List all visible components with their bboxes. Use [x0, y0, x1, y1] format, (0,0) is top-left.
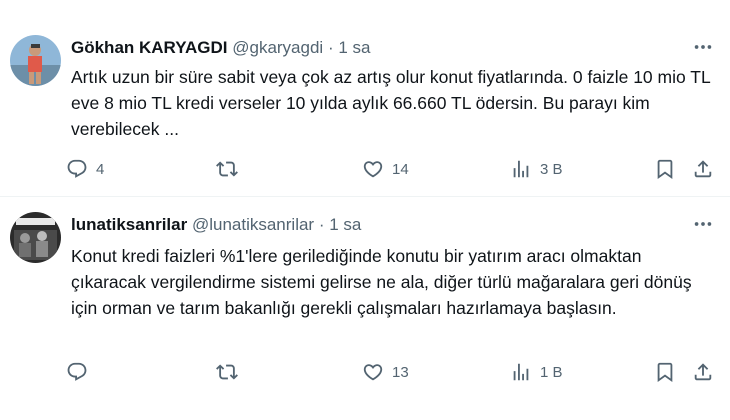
tweet-actions: 4 14 3 B — [66, 157, 726, 181]
more-icon[interactable] — [692, 36, 714, 58]
bookmark-icon — [657, 159, 673, 180]
like-button[interactable]: 13 — [362, 360, 409, 384]
views-icon — [513, 160, 529, 178]
bookmark-button[interactable] — [654, 157, 676, 181]
more-icon[interactable] — [692, 213, 714, 235]
timestamp[interactable]: 1 sa — [329, 215, 361, 234]
avatar[interactable] — [10, 35, 61, 86]
divider — [0, 196, 730, 197]
reply-count: 4 — [96, 160, 105, 178]
share-button[interactable] — [692, 157, 714, 181]
display-name[interactable]: Gökhan KARYAGDI — [71, 38, 228, 57]
like-icon — [363, 161, 383, 178]
tweet-text: Artık uzun bir süre sabit veya çok az ar… — [71, 67, 711, 139]
share-button[interactable] — [692, 360, 714, 384]
views-count: 3 B — [540, 160, 563, 178]
like-button[interactable]: 14 — [362, 157, 409, 181]
views-button[interactable]: 1 B — [510, 360, 563, 384]
share-icon — [694, 363, 712, 381]
tweet-actions: 13 1 B — [66, 360, 726, 384]
reply-button[interactable] — [66, 360, 96, 384]
bookmark-icon — [657, 362, 673, 383]
share-icon — [694, 160, 712, 178]
separator-dot: · — [318, 215, 325, 234]
avatar[interactable] — [10, 212, 61, 263]
display-name[interactable]: lunatiksanrilar — [71, 215, 187, 234]
views-count: 1 B — [540, 363, 563, 381]
user-handle[interactable]: @lunatiksanrilar — [192, 215, 314, 234]
views-icon — [513, 363, 529, 381]
tweet-text: Konut kredi faizleri %1'lere gerilediğin… — [71, 246, 692, 318]
views-button[interactable]: 3 B — [510, 157, 563, 181]
reply-icon — [67, 159, 87, 178]
reply-icon — [67, 362, 87, 381]
separator-dot: · — [327, 38, 334, 57]
tweet-header: Gökhan KARYAGDI @gkaryagdi · 1 sa — [71, 38, 370, 58]
like-count: 14 — [392, 160, 409, 178]
like-count: 13 — [392, 363, 409, 381]
retweet-icon — [216, 161, 238, 177]
user-handle[interactable]: @gkaryagdi — [232, 38, 323, 57]
bookmark-button[interactable] — [654, 360, 676, 384]
reply-button[interactable]: 4 — [66, 157, 104, 181]
tweet-header: lunatiksanrilar @lunatiksanrilar · 1 sa — [71, 215, 361, 235]
timestamp[interactable]: 1 sa — [338, 38, 370, 57]
retweet-icon — [216, 364, 238, 380]
retweet-button[interactable] — [216, 157, 246, 181]
retweet-button[interactable] — [216, 360, 246, 384]
like-icon — [363, 364, 383, 381]
